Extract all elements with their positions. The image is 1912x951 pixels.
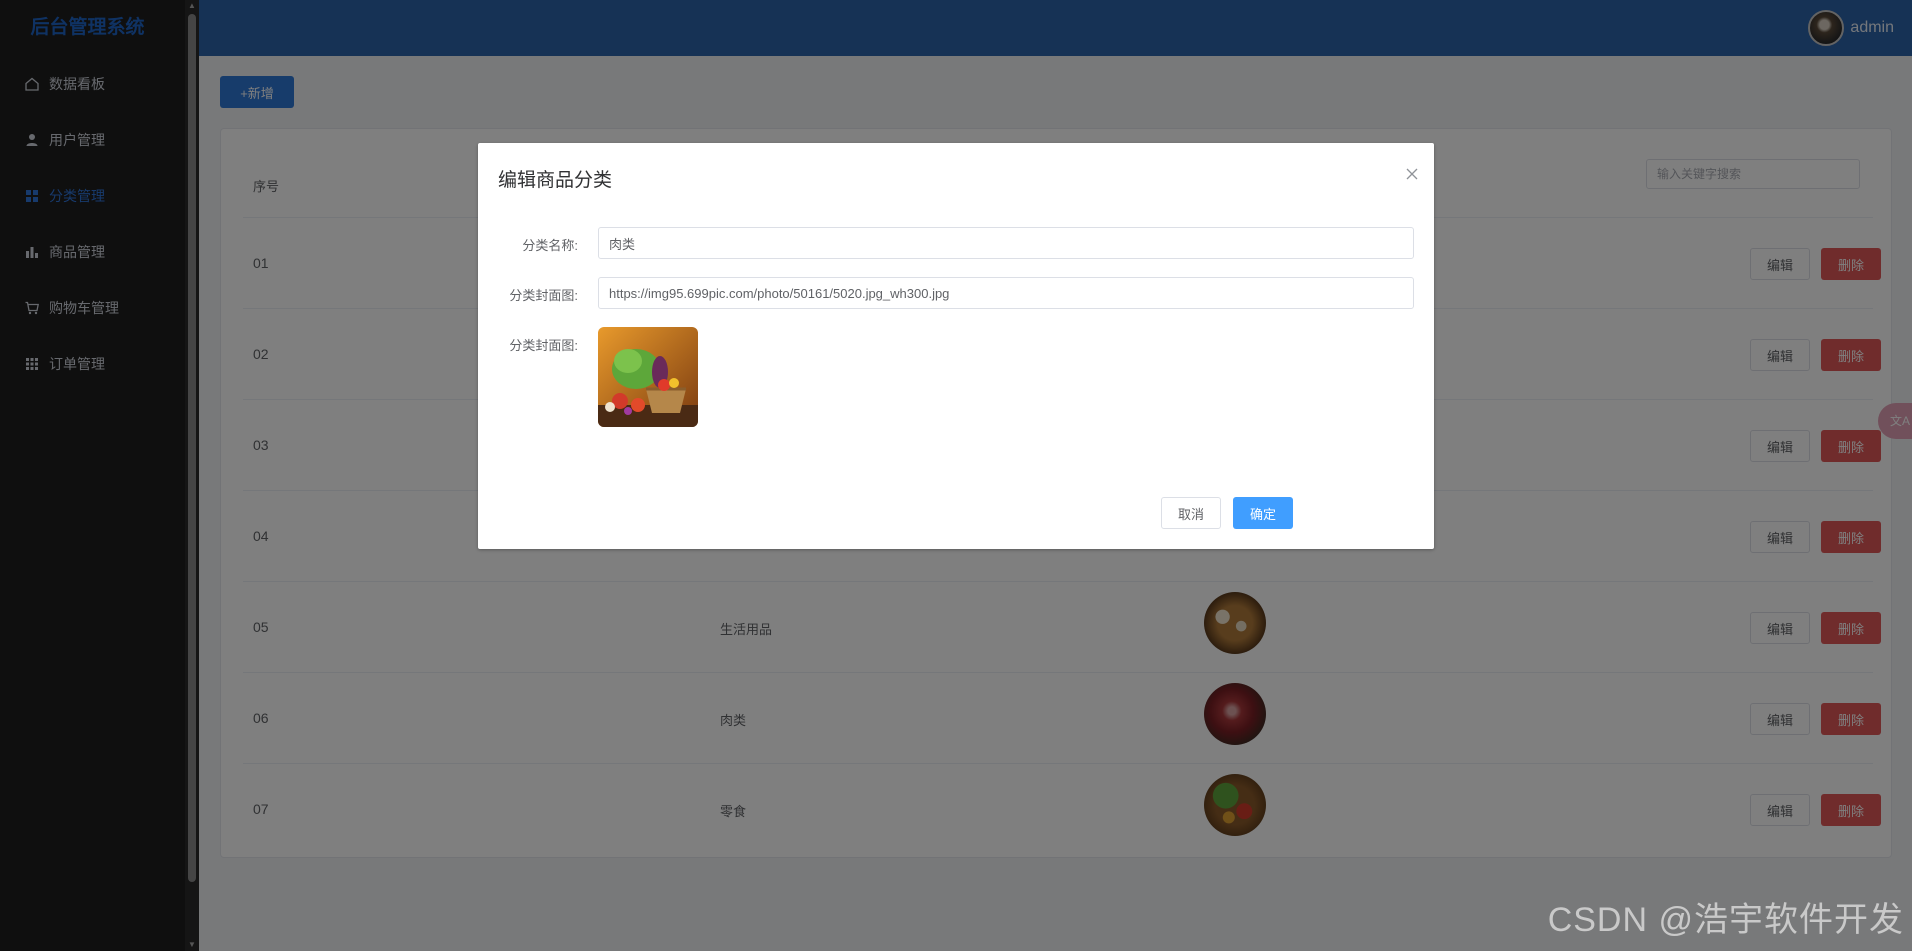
- watermark: CSDN @浩宇软件开发: [1547, 901, 1904, 939]
- cancel-button[interactable]: 取消: [1161, 497, 1221, 529]
- cover-preview-label: 分类封面图:: [509, 338, 578, 353]
- cover-url-label: 分类封面图:: [509, 288, 578, 303]
- dialog-title: 编辑商品分类: [498, 170, 613, 191]
- edit-category-dialog: 编辑商品分类 分类名称: 分类封面图: 分类封面图:: [478, 143, 1434, 549]
- category-name-field[interactable]: [598, 227, 1414, 259]
- cover-url-field[interactable]: [598, 277, 1414, 309]
- close-icon[interactable]: [1406, 163, 1418, 186]
- cover-preview-image: [598, 327, 698, 427]
- category-name-label: 分类名称:: [522, 238, 578, 253]
- confirm-button[interactable]: 确定: [1233, 497, 1293, 529]
